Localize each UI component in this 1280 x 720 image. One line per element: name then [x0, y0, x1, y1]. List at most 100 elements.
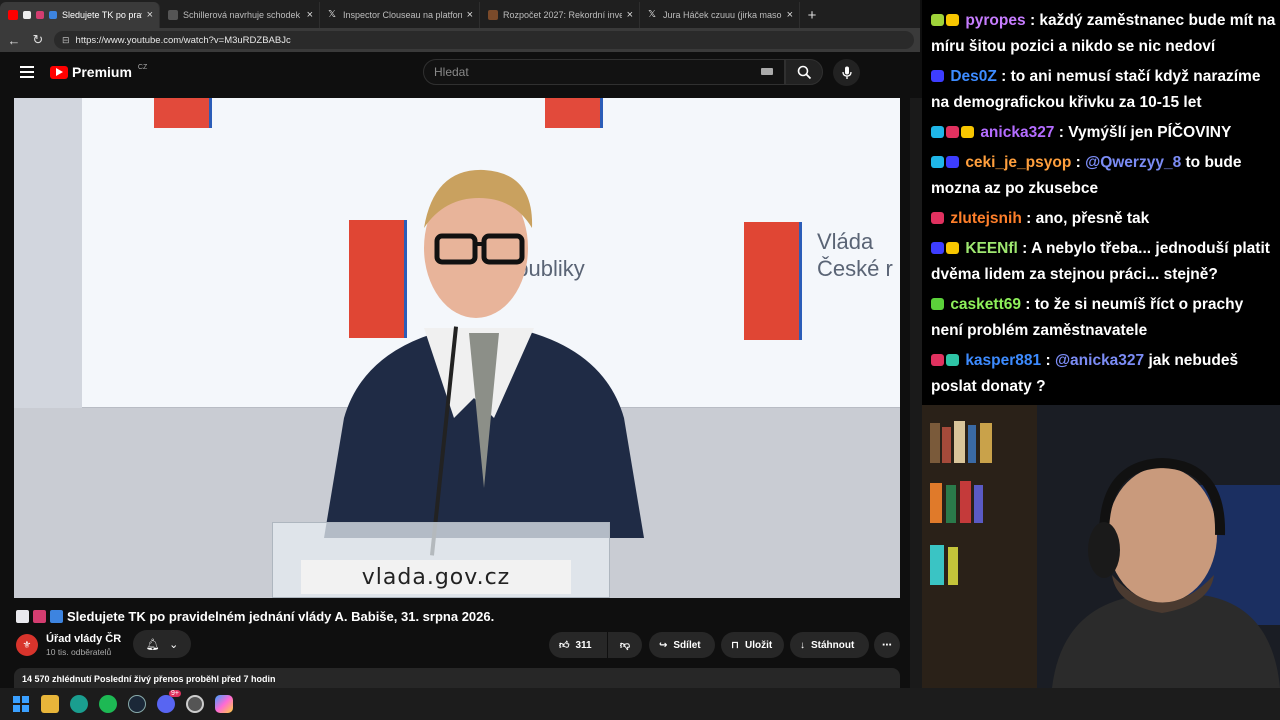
logo-text: Premium: [72, 64, 132, 80]
chrome-like-icon[interactable]: [186, 695, 204, 713]
share-label: Sdílet: [673, 639, 701, 651]
url-field[interactable]: ⊟ https://www.youtube.com/watch?v=M3uRDZ…: [54, 31, 914, 49]
stream-chat: pyropes : každý zaměstnanec bude mít na …: [922, 0, 1280, 405]
steam-icon[interactable]: [128, 695, 146, 713]
badge-icon: [931, 354, 944, 366]
channel-name[interactable]: Úřad vlády ČR: [46, 633, 121, 645]
channel-avatar[interactable]: ⚜: [16, 634, 38, 656]
chat-message: zlutejsnih : ano, přesně tak: [931, 206, 1276, 232]
book: [960, 481, 971, 523]
tab-close-icon[interactable]: ×: [627, 9, 633, 21]
tab-close-icon[interactable]: ×: [787, 9, 793, 21]
badge-icon: [931, 212, 944, 224]
tab-close-icon[interactable]: ×: [307, 9, 313, 21]
channel-subscribers: 10 tis. odběratelů: [46, 647, 112, 657]
hamburger-menu-icon[interactable]: [20, 66, 34, 78]
copilot-icon[interactable]: [215, 695, 233, 713]
video-player[interactable]: epubliky Vláda České r vlada.gov.cz: [14, 98, 900, 598]
file-explorer-icon[interactable]: [41, 695, 59, 713]
chat-username[interactable]: ceki_je_psyop: [965, 154, 1071, 171]
crown-badge-icon: [946, 242, 959, 254]
chevron-down-icon: ⌄: [169, 638, 179, 651]
tab-close-icon[interactable]: ×: [467, 9, 473, 21]
chat-mention[interactable]: @anicka327: [1055, 352, 1144, 369]
chat-mention[interactable]: @Qwerzyy_8: [1085, 154, 1181, 171]
bookmark-icon: ⊓: [731, 639, 739, 651]
x-favicon-icon: 𝕏: [328, 9, 337, 20]
back-arrow-icon[interactable]: ←: [6, 32, 22, 48]
browser-tab[interactable]: 𝕏 Jura Háček czuuu (jirka maso :) na X ×: [640, 2, 800, 28]
edge-browser-icon[interactable]: [70, 695, 88, 713]
youtube-premium-logo[interactable]: Premium CZ: [50, 64, 147, 80]
description-box[interactable]: 14 570 zhlédnutí Poslední živý přenos pr…: [14, 668, 900, 690]
chat-username[interactable]: caskett69: [950, 296, 1021, 313]
badge-icon: [931, 242, 944, 254]
chat-message: pyropes : každý zaměstnanec bude mít na …: [931, 8, 1276, 60]
microphone-icon: [841, 66, 852, 79]
browser-tab-bar: Sledujete TK po pravidelném × Schillerov…: [0, 0, 920, 28]
thumbs-up-icon: 👍︎: [559, 640, 570, 651]
chat-message: Des0Z : to ani nemusí stačí když narazím…: [931, 64, 1276, 116]
chat-text: ano, přesně tak: [1035, 210, 1150, 227]
spotify-icon[interactable]: [99, 695, 117, 713]
save-button[interactable]: ⊓ Uložit: [721, 632, 784, 658]
reload-icon[interactable]: ↻: [30, 32, 46, 48]
browser-tab[interactable]: Sledujete TK po pravidelném ×: [0, 2, 160, 28]
windows-start-icon[interactable]: [12, 695, 30, 713]
windows-taskbar: 9+: [0, 688, 1280, 720]
more-actions-button[interactable]: ⋯: [874, 632, 900, 658]
youtube-play-logo-icon: [50, 65, 68, 79]
chat-colon: :: [1075, 154, 1086, 171]
chat-message: kasper881 : @anicka327 jak nebudeš posla…: [931, 348, 1276, 400]
search-button[interactable]: [785, 59, 823, 85]
chat-username[interactable]: anicka327: [980, 124, 1054, 141]
discord-icon[interactable]: 9+: [157, 690, 181, 713]
badge-icon: [931, 156, 944, 168]
browser-tab[interactable]: Rozpočet 2027: Rekordní investice ×: [480, 2, 640, 28]
video-title: Sledujete TK po pravidelném jednání vlád…: [67, 608, 495, 624]
voice-search-button[interactable]: [833, 59, 860, 86]
share-button[interactable]: ↪ Sdílet: [649, 632, 715, 658]
tab-close-icon[interactable]: ×: [147, 9, 153, 21]
discord-badge: 9+: [169, 690, 181, 697]
emoji-square-icon: [23, 11, 31, 19]
tab-title: Inspector Clouseau na platformě X: [343, 10, 462, 20]
speaker-figure: [324, 169, 644, 538]
badge-icon: [931, 70, 944, 82]
channel-info: ⚜ Úřad vlády ČR 10 tis. odběratelů: [16, 630, 121, 660]
chat-username[interactable]: kasper881: [965, 352, 1041, 369]
chat-colon: :: [1058, 124, 1069, 141]
chat-username[interactable]: zlutejsnih: [950, 210, 1021, 227]
url-text: https://www.youtube.com/watch?v=M3uRDZBA…: [75, 34, 291, 46]
address-bar: ← ↻ ⊟ https://www.youtube.com/watch?v=M3…: [0, 28, 920, 52]
dislike-button[interactable]: 👎︎: [608, 632, 642, 658]
keyboard-icon[interactable]: [761, 68, 773, 75]
tab-title: Rozpočet 2027: Rekordní investice: [503, 10, 622, 20]
chat-username[interactable]: pyropes: [965, 12, 1025, 29]
chat-message: caskett69 : to že si neumíš říct o prach…: [931, 292, 1276, 344]
chat-username[interactable]: KEENfl: [965, 240, 1018, 257]
download-label: Stáhnout: [811, 639, 855, 651]
book: [974, 485, 983, 523]
emoji-square-icon: [36, 11, 44, 19]
thumbs-down-icon: 👎︎: [619, 640, 631, 651]
chat-username[interactable]: Des0Z: [950, 68, 997, 85]
streamer-figure: [1052, 457, 1280, 688]
emoji-square-icon: [49, 11, 57, 19]
browser-tab[interactable]: Schillerová navrhuje schodek na ×: [160, 2, 320, 28]
notification-bell-button[interactable]: 🔔︎ ⌄: [133, 630, 191, 658]
badge-icon: [946, 354, 959, 366]
like-button[interactable]: 👍︎ 311: [549, 632, 607, 658]
views-and-date: 14 570 zhlédnutí Poslední živý přenos pr…: [22, 674, 276, 684]
save-label: Uložit: [744, 639, 773, 651]
book: [946, 485, 956, 523]
book: [930, 423, 940, 463]
browser-tab[interactable]: 𝕏 Inspector Clouseau na platformě X ×: [320, 2, 480, 28]
search-input[interactable]: [423, 59, 785, 85]
site-info-icon[interactable]: ⊟: [62, 35, 70, 46]
new-tab-button[interactable]: +: [800, 2, 824, 28]
tab-title: Schillerová navrhuje schodek na: [183, 10, 302, 20]
badge-icon: [946, 156, 959, 168]
blue-square-emoji-icon: [50, 609, 63, 623]
download-button[interactable]: ↓ Stáhnout: [790, 632, 869, 658]
